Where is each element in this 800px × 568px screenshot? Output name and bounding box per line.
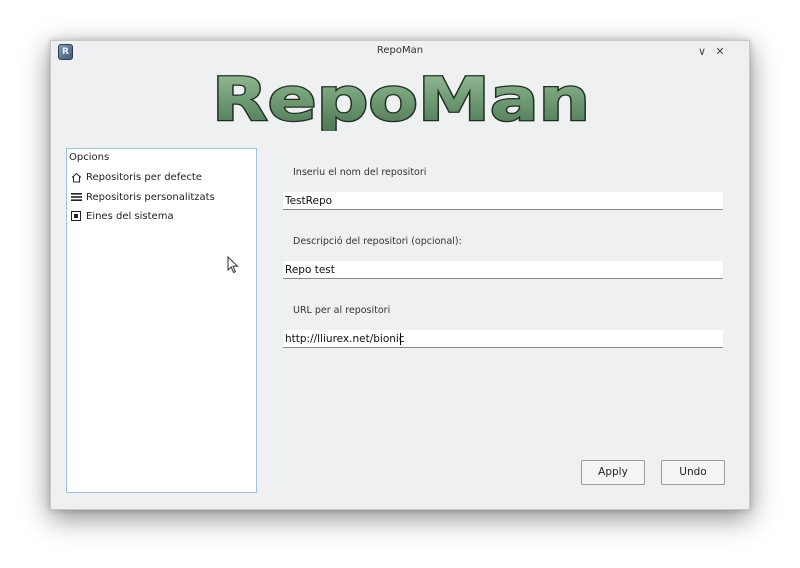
repo-name-label: Inseriu el nom del repositori <box>293 167 427 178</box>
sidebar-item-label: Eines del sistema <box>86 210 174 222</box>
repo-url-input[interactable] <box>283 330 723 348</box>
menu-lines-icon <box>69 190 83 204</box>
repo-url-label: URL per al repositori <box>293 305 391 316</box>
undo-button[interactable]: Undo <box>661 460 725 485</box>
mouse-pointer-icon <box>227 256 239 274</box>
sidebar-item-system-tools[interactable]: Eines del sistema <box>69 207 254 225</box>
title-bar[interactable]: R RepoMan ∨ ✕ <box>51 41 749 63</box>
repoman-logo: RepoMan <box>211 65 592 131</box>
close-button[interactable]: ✕ <box>713 45 727 59</box>
sidebar-heading: Opcions <box>69 152 110 163</box>
home-icon <box>69 170 83 184</box>
sidebar-item-custom-repos[interactable]: Repositoris personalitzats <box>69 188 254 206</box>
minimize-button[interactable]: ∨ <box>695 45 709 59</box>
system-tools-icon <box>69 209 83 223</box>
repo-name-input[interactable] <box>283 192 723 210</box>
options-sidebar: Opcions Repositoris per defecte Reposito… <box>66 148 257 493</box>
text-caret <box>400 333 401 345</box>
sidebar-item-label: Repositoris personalitzats <box>86 191 215 203</box>
repo-description-input[interactable] <box>283 261 723 279</box>
repo-description-label: Descripció del repositori (opcional): <box>293 236 462 247</box>
apply-button[interactable]: Apply <box>581 460 645 485</box>
logo-text: RepoMan <box>212 65 590 131</box>
app-window: R RepoMan ∨ ✕ RepoMan Opcions Repositori… <box>50 40 750 510</box>
sidebar-item-default-repos[interactable]: Repositoris per defecte <box>69 168 254 186</box>
window-title: RepoMan <box>376 45 424 56</box>
sidebar-item-label: Repositoris per defecte <box>86 171 202 183</box>
